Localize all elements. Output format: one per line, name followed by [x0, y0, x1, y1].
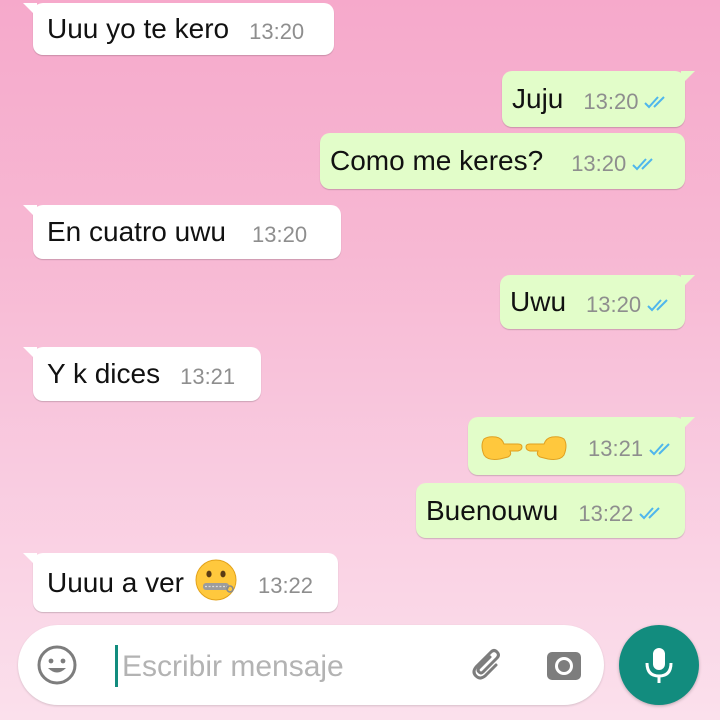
bubble-tail	[681, 417, 695, 431]
camera-icon[interactable]	[544, 645, 584, 685]
bubble-tail	[23, 347, 37, 361]
read-receipt-icon	[649, 441, 675, 462]
message-outgoing[interactable]: Juju 13:20	[502, 71, 695, 127]
message-incoming[interactable]: Y k dices 13:21	[23, 347, 261, 401]
emoji-icon[interactable]	[36, 644, 78, 686]
bubble-tail	[681, 71, 695, 85]
pointing-fingers-emoji-icon	[478, 429, 570, 463]
message-incoming[interactable]: Uuu yo te kero 13:20	[23, 3, 334, 55]
read-receipt-icon	[639, 505, 665, 526]
message-time: 13:22	[257, 572, 314, 598]
message-time: 13:21	[588, 436, 644, 461]
message-time: 13:20	[571, 151, 627, 176]
message-time: 13:20	[586, 292, 642, 317]
zipper-mouth-face-emoji-icon	[194, 558, 238, 607]
message-incoming[interactable]: Uuuu a ver 13:22	[23, 553, 338, 612]
message-time: 13:20	[249, 19, 305, 44]
bubble-tail	[23, 205, 37, 219]
bubble-tail	[23, 3, 37, 17]
message-time: 13:22	[578, 500, 634, 526]
message-outgoing[interactable]: Como me keres? 13:20	[320, 133, 685, 189]
microphone-icon[interactable]	[619, 625, 699, 705]
message-text: Uwu	[510, 286, 567, 317]
message-outgoing[interactable]: Buenouwu 13:22	[416, 483, 685, 538]
text-cursor	[115, 645, 118, 687]
message-text: Juju	[512, 83, 564, 114]
message-time: 13:21	[180, 364, 236, 389]
bubble-tail	[23, 553, 37, 567]
paperclip-icon[interactable]	[466, 643, 510, 687]
read-receipt-icon	[632, 156, 658, 177]
message-text: Uuu yo te kero	[47, 13, 230, 44]
message-outgoing[interactable]: 13:21	[468, 417, 695, 475]
read-receipt-icon	[644, 94, 670, 115]
message-time: 13:20	[583, 89, 639, 114]
message-text: Buenouwu	[426, 494, 559, 526]
read-receipt-icon	[647, 297, 673, 318]
message-text: Y k dices	[47, 358, 161, 389]
message-text: En cuatro uwu	[47, 216, 226, 247]
message-incoming[interactable]: En cuatro uwu 13:20	[23, 205, 341, 259]
message-text: Uuuu a ver	[47, 566, 184, 598]
chat-area[interactable]: Uuu yo te kero 13:20 Juju 13:20 Como me …	[0, 0, 720, 620]
message-input[interactable]	[120, 643, 454, 691]
bubble-tail	[681, 275, 695, 289]
message-composer	[18, 625, 604, 705]
message-text: Como me keres?	[330, 145, 544, 176]
message-time: 13:20	[252, 222, 308, 247]
message-outgoing[interactable]: Uwu 13:20	[500, 275, 695, 329]
